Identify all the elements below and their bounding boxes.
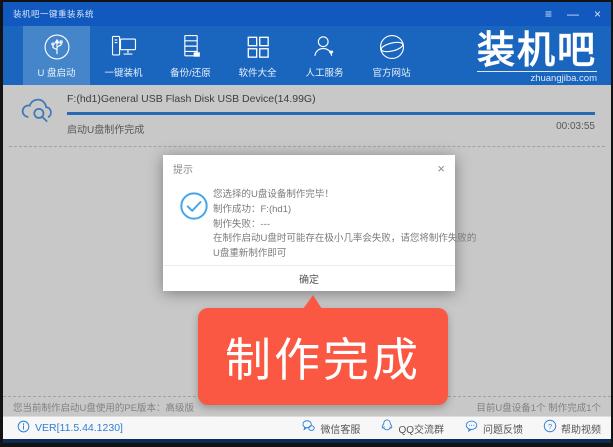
footer-links: 微信客服 QQ交流群 bbox=[301, 418, 601, 438]
usb-icon bbox=[42, 32, 72, 62]
grid-icon bbox=[243, 32, 273, 62]
svg-text:?: ? bbox=[548, 421, 552, 430]
qq-icon bbox=[380, 418, 394, 438]
dialog-header: 提示 × bbox=[163, 155, 455, 181]
computer-icon bbox=[109, 32, 139, 62]
nav-item-label: 备份/还原 bbox=[170, 65, 211, 79]
nav-item-label: U 盘启动 bbox=[37, 65, 75, 79]
nav-item-software[interactable]: 软件大全 bbox=[224, 26, 291, 85]
server-icon bbox=[176, 32, 206, 62]
version-info[interactable]: VER[11.5.44.1230] bbox=[17, 420, 123, 436]
main-nav: U 盘启动 一键装机 bbox=[3, 26, 611, 85]
desktop-background: 装机吧一键重装系统 ≡ — × U 盘启动 bbox=[0, 0, 613, 447]
feedback-icon bbox=[464, 419, 479, 438]
footer-bar: VER[11.5.44.1230] 微信客服 bbox=[3, 416, 611, 439]
qq-group-link[interactable]: QQ交流群 bbox=[380, 418, 444, 438]
nav-item-usb-boot[interactable]: U 盘启动 bbox=[23, 26, 90, 85]
nav-item-label: 人工服务 bbox=[305, 65, 343, 79]
nav-item-one-click-install[interactable]: 一键装机 bbox=[90, 26, 157, 85]
prompt-dialog: 提示 × 您选择的U盘设备制作完毕！ 制作成功：F:(hd1) 制作失败：---… bbox=[163, 155, 455, 291]
nav-item-label: 软件大全 bbox=[238, 65, 276, 79]
dialog-line: 在制作启动U盘时可能存在极小几率会失败，请您将制作失败的 bbox=[213, 232, 443, 247]
footer-link-label: 帮助视频 bbox=[561, 421, 601, 436]
dialog-line: U盘重新制作即可 bbox=[213, 247, 443, 262]
footer-link-label: 微信客服 bbox=[320, 421, 360, 436]
dialog-line: 您选择的U盘设备制作完毕！ bbox=[213, 188, 443, 203]
dialog-line: 制作成功：F:(hd1) bbox=[213, 203, 443, 218]
globe-icon bbox=[377, 32, 407, 62]
window-controls: ≡ — × bbox=[545, 8, 601, 20]
app-window: 装机吧一键重装系统 ≡ — × U 盘启动 bbox=[3, 2, 611, 443]
footer-link-label: QQ交流群 bbox=[398, 421, 444, 436]
nav-item-label: 官方网站 bbox=[372, 65, 410, 79]
wechat-support-link[interactable]: 微信客服 bbox=[301, 418, 360, 438]
nav-item-official-site[interactable]: 官方网站 bbox=[358, 26, 425, 85]
brand-logo: 装机吧 zhuangjiba.com bbox=[477, 33, 597, 84]
dialog-message: 您选择的U盘设备制作完毕！ 制作成功：F:(hd1) 制作失败：--- 在制作启… bbox=[213, 188, 443, 262]
close-icon[interactable]: × bbox=[594, 8, 601, 20]
window-bottom-edge bbox=[3, 439, 611, 443]
banner-pointer bbox=[298, 295, 324, 314]
feedback-link[interactable]: 问题反馈 bbox=[464, 418, 523, 438]
nav-item-label: 一键装机 bbox=[104, 65, 142, 79]
help-video-link[interactable]: ? 帮助视频 bbox=[543, 418, 601, 438]
help-icon: ? bbox=[543, 419, 557, 438]
info-icon bbox=[17, 420, 30, 436]
dialog-footer: 确定 bbox=[163, 265, 455, 291]
titlebar: 装机吧一键重装系统 ≡ — × bbox=[3, 2, 611, 26]
success-check-icon bbox=[179, 191, 209, 226]
brand-logo-text: 装机吧 bbox=[477, 33, 597, 69]
person-icon bbox=[310, 32, 340, 62]
dialog-close-icon[interactable]: × bbox=[437, 162, 445, 175]
completion-banner: 制作完成 bbox=[198, 308, 448, 405]
nav-item-support[interactable]: 人工服务 bbox=[291, 26, 358, 85]
window-title: 装机吧一键重装系统 bbox=[13, 8, 94, 20]
nav-item-backup-restore[interactable]: 备份/还原 bbox=[157, 26, 224, 85]
ok-button[interactable]: 确定 bbox=[281, 267, 337, 290]
brand-logo-domain: zhuangjiba.com bbox=[477, 71, 597, 84]
dialog-title: 提示 bbox=[173, 161, 193, 176]
footer-link-label: 问题反馈 bbox=[483, 421, 523, 436]
wechat-icon bbox=[301, 419, 316, 438]
dialog-line: 制作失败：--- bbox=[213, 218, 443, 233]
version-text: VER[11.5.44.1230] bbox=[35, 422, 123, 434]
minimize-icon[interactable]: — bbox=[567, 8, 579, 20]
banner-text: 制作完成 bbox=[225, 324, 421, 390]
menu-icon[interactable]: ≡ bbox=[545, 8, 552, 20]
